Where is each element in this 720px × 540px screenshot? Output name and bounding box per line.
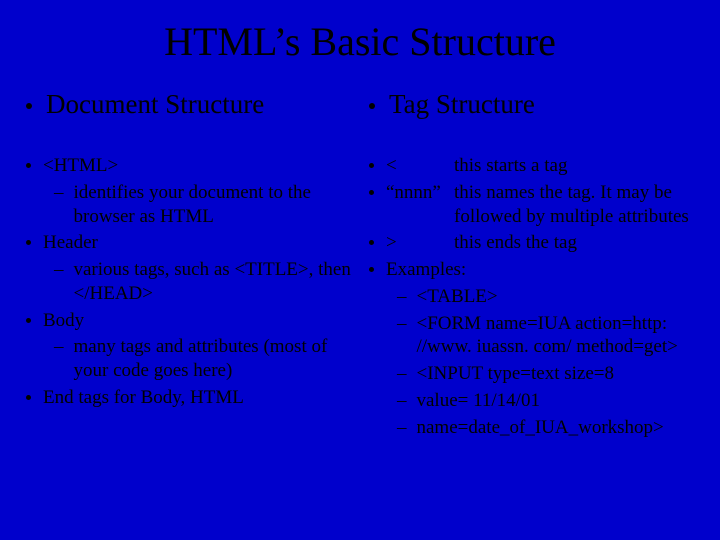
subitem-text: <FORM name=IUA action=http: //www. iuass… <box>417 312 695 360</box>
dash-icon: – <box>397 416 407 440</box>
item-text: End tags for Body, HTML <box>43 386 351 410</box>
list-item: > this ends the tag <box>369 231 694 255</box>
list-subitem: – various tags, such as <TITLE>, then </… <box>54 258 351 306</box>
list-item: End tags for Body, HTML <box>26 386 351 410</box>
list-subitem: – <TABLE> <box>397 285 694 309</box>
list-subitem: – value= 11/14/01 <box>397 389 694 413</box>
item-text: “nnnn” this names the tag. It may be fol… <box>386 181 694 229</box>
value: this ends the tag <box>454 231 694 255</box>
list-item: Examples: <box>369 258 694 282</box>
dash-icon: – <box>54 258 64 282</box>
subitem-text: identifies your document to the browser … <box>74 181 352 229</box>
dash-icon: – <box>397 312 407 336</box>
bullet-icon <box>26 395 31 400</box>
item-text: <HTML> <box>43 154 351 178</box>
dash-icon: – <box>54 181 64 205</box>
key: > <box>386 231 454 255</box>
right-heading-text: Tag Structure <box>389 89 694 120</box>
list-item: <HTML> <box>26 154 351 178</box>
subitem-text: name=date_of_IUA_workshop> <box>417 416 695 440</box>
bullet-icon <box>369 163 374 168</box>
bullet-icon <box>369 240 374 245</box>
key: < <box>386 154 454 178</box>
left-heading: Document Structure <box>26 89 351 120</box>
dash-icon: – <box>397 285 407 309</box>
bullet-icon <box>26 103 32 109</box>
columns: Document Structure <HTML> – identifies y… <box>26 89 694 442</box>
list-item: Header <box>26 231 351 255</box>
key: “nnnn” <box>386 181 454 229</box>
value: this names the tag. It may be followed b… <box>454 181 694 229</box>
bullet-icon <box>369 103 375 109</box>
subitem-text: <TABLE> <box>417 285 695 309</box>
left-column: Document Structure <HTML> – identifies y… <box>26 89 351 442</box>
subitem-text: <INPUT type=text size=8 <box>417 362 695 386</box>
dash-icon: – <box>397 389 407 413</box>
bullet-icon <box>369 190 374 195</box>
item-text: > this ends the tag <box>386 231 694 255</box>
left-heading-text: Document Structure <box>46 89 351 120</box>
bullet-icon <box>26 240 31 245</box>
bullet-icon <box>26 163 31 168</box>
list-item: “nnnn” this names the tag. It may be fol… <box>369 181 694 229</box>
right-heading: Tag Structure <box>369 89 694 120</box>
subitem-text: many tags and attributes (most of your c… <box>74 335 352 383</box>
item-text: Header <box>43 231 351 255</box>
dash-icon: – <box>54 335 64 359</box>
list-subitem: – identifies your document to the browse… <box>54 181 351 229</box>
list-item: Body <box>26 309 351 333</box>
item-text: Body <box>43 309 351 333</box>
list-subitem: – many tags and attributes (most of your… <box>54 335 351 383</box>
bullet-icon <box>26 318 31 323</box>
subitem-text: value= 11/14/01 <box>417 389 695 413</box>
list-item: < this starts a tag <box>369 154 694 178</box>
bullet-icon <box>369 267 374 272</box>
subitem-text: various tags, such as <TITLE>, then </HE… <box>74 258 352 306</box>
right-column: Tag Structure < this starts a tag “nnnn”… <box>369 89 694 442</box>
list-subitem: – <INPUT type=text size=8 <box>397 362 694 386</box>
dash-icon: – <box>397 362 407 386</box>
list-subitem: – name=date_of_IUA_workshop> <box>397 416 694 440</box>
list-subitem: – <FORM name=IUA action=http: //www. iua… <box>397 312 694 360</box>
slide: HTML’s Basic Structure Document Structur… <box>0 0 720 540</box>
slide-title: HTML’s Basic Structure <box>26 18 694 65</box>
item-text: < this starts a tag <box>386 154 694 178</box>
value: this starts a tag <box>454 154 694 178</box>
item-text: Examples: <box>386 258 694 282</box>
